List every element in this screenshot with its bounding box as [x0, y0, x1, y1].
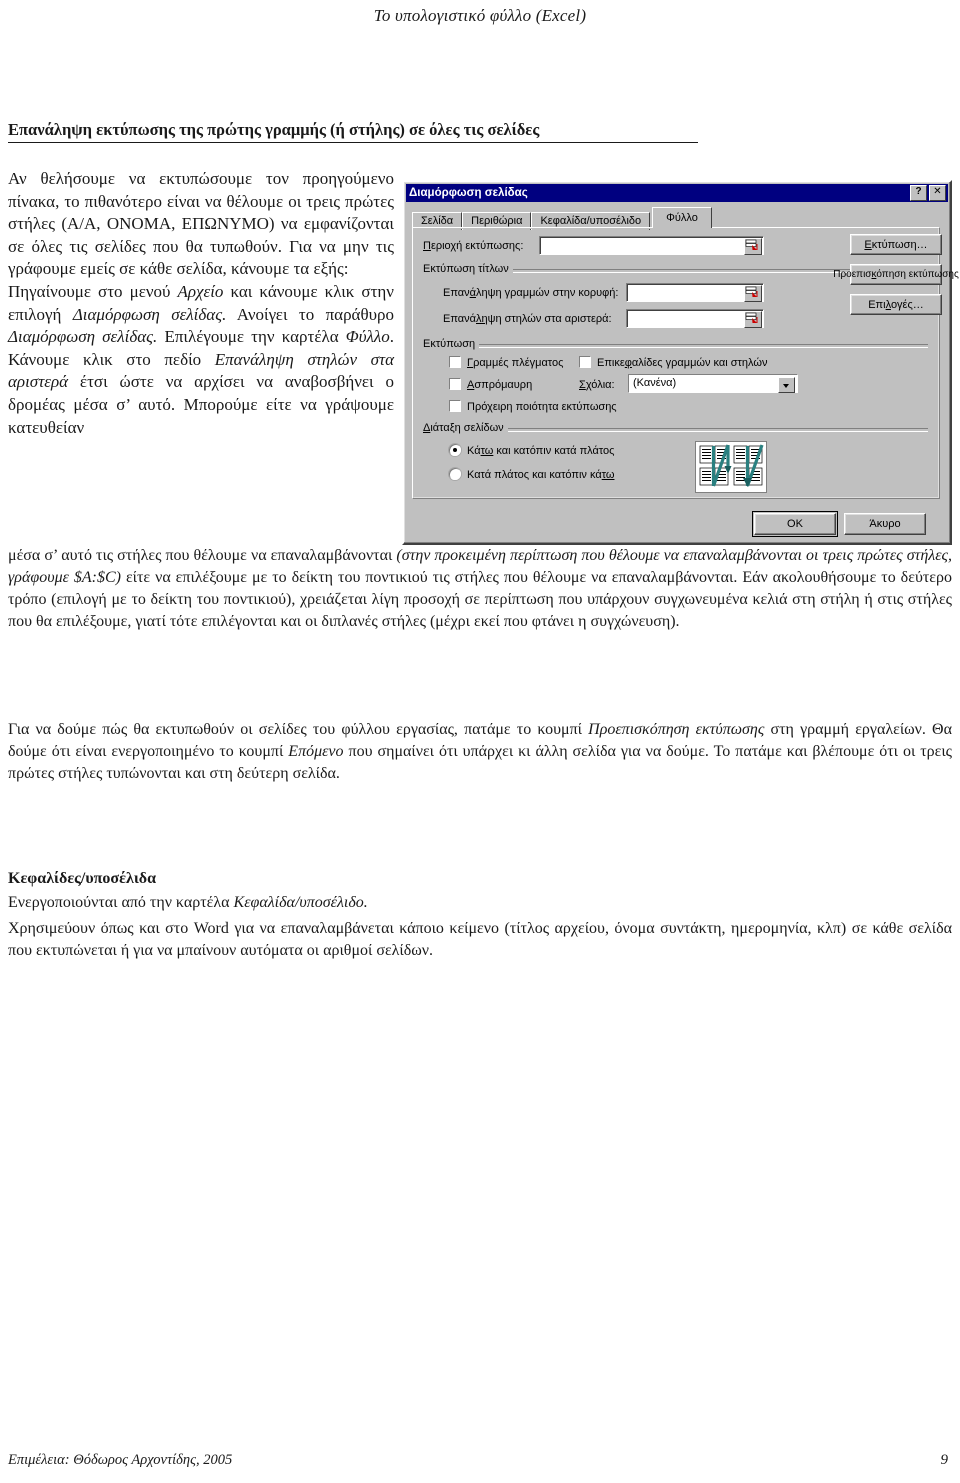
page-order-preview-graphic	[699, 444, 764, 487]
intro-step-text-1: Πηγαίνουμε στο μενού	[8, 282, 178, 302]
checkbox-gridlines-label: Γραμμές πλέγματος	[467, 357, 564, 369]
page-order-group-label: Διάταξη σελίδων	[423, 422, 508, 434]
print-preview-button-label: Προεπισκόπηση εκτύπωσης	[833, 269, 959, 280]
paragraph-print-preview: Για να δούμε πώς θα εκτυπωθούν οι σελίδε…	[8, 719, 952, 785]
intro-paragraph: Αν θελήσουμε να εκτυπώσουμε τον προηγούμ…	[8, 168, 394, 281]
paragraph-headers-body: Χρησιμεύουν όπως και στο Word για να επα…	[8, 920, 952, 960]
comments-selected-value: (Κανένα)	[633, 377, 677, 389]
print-group-label: Εκτύπωση	[423, 338, 480, 350]
page-order-preview-image	[695, 441, 767, 493]
par-preview-a: Για να δούμε πώς θα εκτυπωθούν οι σελίδε…	[8, 721, 589, 738]
intro-text-column: Αν θελήσουμε να εκτυπώσουμε τον προηγούμ…	[8, 168, 394, 439]
dialog-titlebar[interactable]: Διαμόρφωση σελίδας ? ✕	[406, 184, 948, 202]
intro-step-text-4: Επιλέγουμε την καρτέλα	[157, 327, 346, 347]
dialog-name-page-setup: Διαμόρφωση σελίδας.	[8, 327, 158, 347]
radio-over-then-down-label: Κατά πλάτος και κατόπιν κάτω	[467, 469, 615, 481]
intro-paragraph-text: Αν θελήσουμε να εκτυπώσουμε τον προηγούμ…	[8, 169, 394, 279]
print-titles-group-label: Εκτύπωση τίτλων	[423, 263, 513, 275]
ok-button[interactable]: OK	[752, 511, 838, 537]
print-group-line	[423, 344, 928, 348]
checkbox-row-col-headings-label: Επικεφαλίδες γραμμών και στηλών	[597, 357, 768, 369]
cancel-button[interactable]: Άκυρο	[844, 513, 926, 535]
print-preview-button[interactable]: Προεπισκόπηση εκτύπωσης	[833, 264, 959, 285]
checkbox-black-and-white[interactable]	[449, 378, 461, 390]
checkbox-row-col-headings[interactable]	[579, 356, 591, 368]
print-area-input-bevel	[540, 237, 763, 254]
checkbox-black-and-white-label: Ασπρόμαυρη	[467, 379, 533, 391]
help-icon[interactable]: ?	[910, 185, 927, 201]
options-button[interactable]: Επιλογές…	[850, 294, 942, 315]
tab-sheet[interactable]: Φύλλο	[652, 207, 712, 228]
par-after-dialog-b: είτε να επιλέξουμε με το δείκτη του ποντ…	[8, 569, 952, 631]
footer-credit: Επιμέλεια: Θόδωρος Αρχοντίδης, 2005	[8, 1452, 233, 1468]
intro-steps-paragraph: Πηγαίνουμε στο μενού Αρχείο και κάνουμε …	[8, 281, 394, 439]
rows-to-repeat-input[interactable]	[626, 283, 764, 302]
comments-label: Σχόλια:	[579, 379, 615, 391]
print-area-input[interactable]	[539, 236, 764, 255]
radio-over-then-down[interactable]	[449, 468, 461, 480]
range-selector-glyph	[745, 312, 758, 323]
dialog-tabstrip: Σελίδα Περιθώρια Κεφαλίδα/υποσέλιδο Φύλλ…	[412, 207, 712, 230]
menu-item-page-setup: Διαμόρφωση σελίδας.	[72, 304, 227, 324]
print-button-label: Εκτύπωση…	[864, 238, 928, 251]
section-heading: Επανάληψη εκτύπωσης της πρώτης γραμμής (…	[8, 120, 698, 143]
par-after-dialog-a: μέσα σ’ αυτό τις στήλες που θέλουμε να ε…	[8, 547, 397, 564]
button-name-next: Επόμενο	[288, 743, 344, 761]
close-icon[interactable]: ✕	[929, 185, 946, 201]
comments-dropdown[interactable]: (Κανένα)	[628, 374, 798, 393]
range-selector-glyph	[745, 239, 758, 250]
running-header: Το υπολογιστικό φύλλο (Excel)	[373, 6, 587, 25]
rows-to-repeat-label: Επανάληψη γραμμών στην κορυφή:	[443, 287, 619, 299]
print-area-label: ΠΠεριοχή εκτύπωσης:εριοχή εκτύπωσης:	[423, 240, 524, 252]
tab-name-header-footer: Κεφαλίδα/υποσέλιδο.	[233, 894, 368, 911]
cols-to-repeat-input-bevel	[627, 310, 763, 327]
button-name-print-preview: Προεπισκόπηση εκτύπωσης	[588, 721, 765, 738]
par-headers-intro-a: Ενεργοποιούνται από την καρτέλα	[8, 894, 234, 911]
range-selector-icon[interactable]	[744, 311, 762, 328]
chevron-down-icon[interactable]	[778, 377, 795, 393]
range-selector-glyph	[745, 286, 758, 297]
radio-selected-dot	[453, 448, 457, 452]
intro-step-text-3: Ανοίγει το παράθυρο	[226, 304, 394, 324]
paragraph-after-dialog: μέσα σ’ αυτό τις στήλες που θέλουμε να ε…	[8, 545, 952, 633]
options-button-label: Επιλογές…	[868, 298, 924, 311]
range-selector-icon[interactable]	[744, 285, 762, 302]
tab-name-sheet: Φύλλο	[345, 327, 390, 347]
checkbox-draft-quality-label: Πρόχειρη ποιότητα εκτύπωσης	[467, 401, 617, 413]
cols-to-repeat-input[interactable]	[626, 309, 764, 328]
radio-down-then-over-label: Κάτω και κατόπιν κατά πλάτος	[467, 445, 615, 457]
dialog-title: Διαμόρφωση σελίδας	[409, 187, 528, 199]
cols-to-repeat-label: Επανάληψη στηλών στα αριστερά:	[443, 313, 612, 325]
checkbox-draft-quality[interactable]	[449, 400, 461, 412]
checkbox-gridlines[interactable]	[449, 356, 461, 368]
rows-to-repeat-input-bevel	[627, 284, 763, 301]
paragraph-headers-intro: Ενεργοποιούνται από την καρτέλα Κεφαλίδα…	[8, 894, 952, 912]
print-button[interactable]: Εκτύπωση…	[850, 234, 942, 255]
menu-name-file: Αρχείο	[177, 282, 224, 302]
range-selector-icon[interactable]	[744, 238, 762, 255]
subsection-heading: Κεφαλίδες/υποσέλιδα	[8, 870, 157, 887]
radio-down-then-over[interactable]	[449, 444, 461, 456]
footer-page-number: 9	[940, 1452, 949, 1468]
page-setup-dialog: Διαμόρφωση σελίδας ? ✕ Σελίδα Περιθώρια …	[402, 180, 959, 545]
